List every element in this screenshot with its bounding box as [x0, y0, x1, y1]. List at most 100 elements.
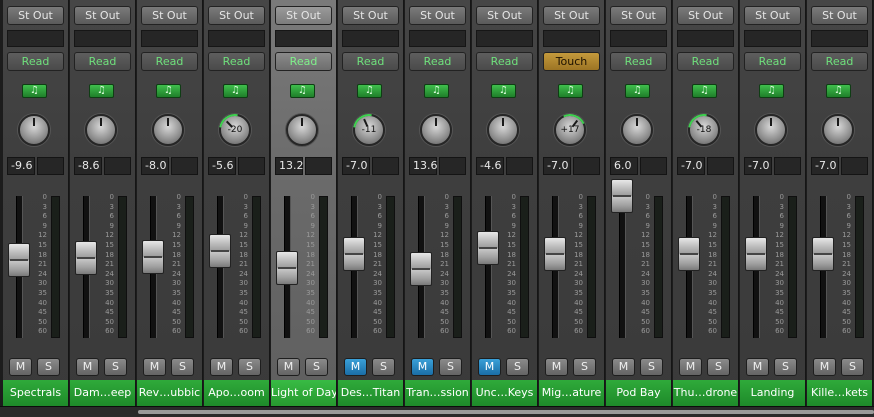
mute-button[interactable]: M — [746, 358, 769, 376]
channel-name[interactable]: Landing — [740, 380, 805, 406]
volume-fader[interactable] — [812, 237, 834, 271]
mute-button[interactable]: M — [210, 358, 233, 376]
peak-readout[interactable] — [171, 157, 198, 175]
solo-button[interactable]: S — [506, 358, 529, 376]
instrument-icon[interactable]: ♫ — [491, 84, 516, 98]
volume-fader[interactable] — [209, 234, 231, 268]
volume-fader[interactable] — [611, 179, 633, 213]
automation-mode-button[interactable]: Read — [409, 52, 466, 71]
pan-knob[interactable] — [755, 114, 787, 146]
volume-readout[interactable]: -9.6 — [7, 157, 35, 175]
automation-mode-button[interactable]: Read — [610, 52, 667, 71]
pan-knob[interactable] — [152, 114, 184, 146]
mute-button[interactable]: M — [9, 358, 32, 376]
pan-knob[interactable] — [621, 114, 653, 146]
instrument-icon[interactable]: ♫ — [22, 84, 47, 98]
pan-knob[interactable] — [85, 114, 117, 146]
insert-slot[interactable] — [74, 30, 131, 47]
channel-name[interactable]: Spectrals — [3, 380, 68, 406]
volume-readout[interactable]: -5.6 — [208, 157, 236, 175]
volume-readout[interactable]: -7.0 — [543, 157, 571, 175]
insert-slot[interactable] — [409, 30, 466, 47]
insert-slot[interactable] — [677, 30, 734, 47]
peak-readout[interactable] — [238, 157, 265, 175]
peak-readout[interactable] — [372, 157, 399, 175]
channel-name[interactable]: Des…Titan — [338, 380, 403, 406]
channel-name[interactable]: Tran…ssion — [405, 380, 470, 406]
instrument-icon[interactable]: ♫ — [223, 84, 248, 98]
solo-button[interactable]: S — [707, 358, 730, 376]
solo-button[interactable]: S — [104, 358, 127, 376]
channel-name[interactable]: Pod Bay — [606, 380, 671, 406]
volume-readout[interactable]: -8.0 — [141, 157, 169, 175]
volume-fader[interactable] — [544, 237, 566, 271]
volume-readout[interactable]: 13.6 — [409, 157, 438, 175]
pan-knob[interactable] — [822, 114, 854, 146]
mute-button[interactable]: M — [76, 358, 99, 376]
peak-readout[interactable] — [707, 157, 734, 175]
automation-mode-button[interactable]: Read — [677, 52, 734, 71]
volume-fader[interactable] — [410, 252, 432, 286]
pan-knob[interactable] — [487, 114, 519, 146]
pan-knob[interactable]: -11 — [346, 107, 392, 153]
peak-readout[interactable] — [37, 157, 64, 175]
scrollbar-thumb[interactable] — [138, 410, 874, 414]
peak-readout[interactable] — [774, 157, 801, 175]
volume-fader[interactable] — [477, 231, 499, 265]
channel-name[interactable]: Apo…oom — [204, 380, 269, 406]
volume-fader[interactable] — [8, 243, 30, 277]
instrument-icon[interactable]: ♫ — [290, 84, 315, 98]
instrument-icon[interactable]: ♫ — [424, 84, 449, 98]
peak-readout[interactable] — [841, 157, 868, 175]
insert-slot[interactable] — [7, 30, 64, 47]
volume-readout[interactable]: -7.0 — [342, 157, 370, 175]
insert-slot[interactable] — [811, 30, 868, 47]
output-selector[interactable]: St Out — [610, 6, 667, 25]
output-selector[interactable]: St Out — [677, 6, 734, 25]
instrument-icon[interactable]: ♫ — [156, 84, 181, 98]
mute-button[interactable]: M — [411, 358, 434, 376]
insert-slot[interactable] — [208, 30, 265, 47]
volume-fader[interactable] — [75, 241, 97, 275]
volume-fader[interactable] — [142, 240, 164, 274]
automation-mode-button[interactable]: Read — [141, 52, 198, 71]
output-selector[interactable]: St Out — [7, 6, 64, 25]
channel-name[interactable]: Unc…Keys — [472, 380, 537, 406]
peak-readout[interactable] — [573, 157, 600, 175]
insert-slot[interactable] — [744, 30, 801, 47]
output-selector[interactable]: St Out — [409, 6, 466, 25]
volume-fader[interactable] — [745, 237, 767, 271]
mute-button[interactable]: M — [344, 358, 367, 376]
insert-slot[interactable] — [141, 30, 198, 47]
automation-mode-button[interactable]: Read — [476, 52, 533, 71]
insert-slot[interactable] — [476, 30, 533, 47]
insert-slot[interactable] — [610, 30, 667, 47]
output-selector[interactable]: St Out — [208, 6, 265, 25]
mute-button[interactable]: M — [679, 358, 702, 376]
insert-slot[interactable] — [342, 30, 399, 47]
channel-name[interactable]: Thu…drone — [673, 380, 738, 406]
output-selector[interactable]: St Out — [543, 6, 600, 25]
automation-mode-button[interactable]: Read — [342, 52, 399, 71]
solo-button[interactable]: S — [37, 358, 60, 376]
volume-readout[interactable]: -4.6 — [476, 157, 504, 175]
pan-knob[interactable]: -18 — [681, 107, 727, 153]
output-selector[interactable]: St Out — [744, 6, 801, 25]
pan-knob[interactable]: +17 — [549, 109, 591, 151]
automation-mode-button[interactable]: Read — [7, 52, 64, 71]
solo-button[interactable]: S — [305, 358, 328, 376]
pan-knob[interactable] — [18, 114, 50, 146]
solo-button[interactable]: S — [372, 358, 395, 376]
solo-button[interactable]: S — [640, 358, 663, 376]
solo-button[interactable]: S — [171, 358, 194, 376]
pan-knob[interactable]: -20 — [212, 107, 258, 153]
volume-fader[interactable] — [343, 237, 365, 271]
channel-name[interactable]: Light of Day — [271, 380, 336, 406]
mute-button[interactable]: M — [478, 358, 501, 376]
automation-mode-button[interactable]: Read — [811, 52, 868, 71]
insert-slot[interactable] — [275, 30, 332, 47]
instrument-icon[interactable]: ♫ — [826, 84, 851, 98]
volume-readout[interactable]: -7.0 — [811, 157, 839, 175]
solo-button[interactable]: S — [573, 358, 596, 376]
output-selector[interactable]: St Out — [476, 6, 533, 25]
